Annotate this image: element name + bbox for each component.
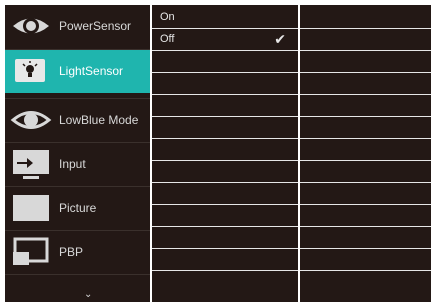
row-divider	[152, 28, 298, 29]
eye-icon	[9, 9, 53, 43]
input-icon	[9, 147, 53, 181]
row-divider	[152, 72, 298, 73]
row-divider	[152, 182, 298, 183]
row-divider	[152, 138, 298, 139]
row-divider	[300, 94, 431, 95]
row-divider	[152, 226, 298, 227]
row-divider	[300, 50, 431, 51]
option-on[interactable]: On	[152, 7, 298, 27]
row-divider	[300, 116, 431, 117]
row-divider	[152, 160, 298, 161]
row-divider	[152, 248, 298, 249]
row-divider	[300, 72, 431, 73]
sidebar-item-lightsensor[interactable]: LightSensor	[5, 50, 150, 93]
option-label: On	[160, 11, 175, 23]
option-label: Off	[160, 33, 175, 45]
row-divider	[152, 94, 298, 95]
sidebar-item-input[interactable]: Input	[5, 143, 150, 186]
sidebar: PowerSensor LightSensor LowBlue Mode Inp…	[5, 5, 150, 302]
chevron-down-icon[interactable]: ⌄	[84, 289, 92, 300]
sidebar-item-label: LightSensor	[59, 64, 124, 78]
divider	[5, 274, 150, 275]
sidebar-item-powersensor[interactable]: PowerSensor	[5, 5, 150, 48]
row-divider	[152, 270, 298, 271]
row-divider	[152, 204, 298, 205]
sidebar-item-label: PBP	[59, 245, 84, 259]
osd-menu: PowerSensor LightSensor LowBlue Mode Inp…	[5, 5, 431, 302]
sidebar-item-label: Input	[59, 157, 86, 171]
sidebar-item-label: Picture	[59, 201, 97, 215]
picture-icon	[9, 191, 53, 225]
lowblue-eye-icon	[9, 103, 53, 137]
sidebar-item-label: PowerSensor	[59, 19, 132, 33]
row-divider	[152, 50, 298, 51]
row-divider	[300, 182, 431, 183]
row-divider	[300, 226, 431, 227]
sidebar-item-lowblue-mode[interactable]: LowBlue Mode	[5, 99, 150, 142]
sidebar-item-pbp[interactable]: PBP	[5, 231, 150, 274]
row-divider	[152, 116, 298, 117]
row-divider	[300, 28, 431, 29]
row-divider	[300, 248, 431, 249]
lightbulb-icon	[15, 59, 45, 82]
check-icon: ✔	[274, 31, 286, 47]
sidebar-item-picture[interactable]: Picture	[5, 187, 150, 230]
sidebar-item-label: LowBlue Mode	[59, 113, 139, 127]
row-divider	[300, 204, 431, 205]
row-divider	[300, 270, 431, 271]
pbp-icon	[9, 235, 53, 269]
row-divider	[300, 160, 431, 161]
option-off[interactable]: Off ✔	[152, 29, 298, 49]
row-divider	[300, 138, 431, 139]
